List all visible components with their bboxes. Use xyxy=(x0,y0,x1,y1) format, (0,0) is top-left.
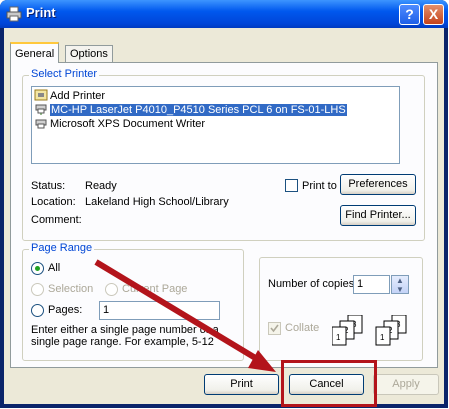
tab-general[interactable]: General xyxy=(10,42,60,63)
annotation-arrow-icon xyxy=(94,259,276,372)
annotation-highlight-box xyxy=(281,360,377,407)
